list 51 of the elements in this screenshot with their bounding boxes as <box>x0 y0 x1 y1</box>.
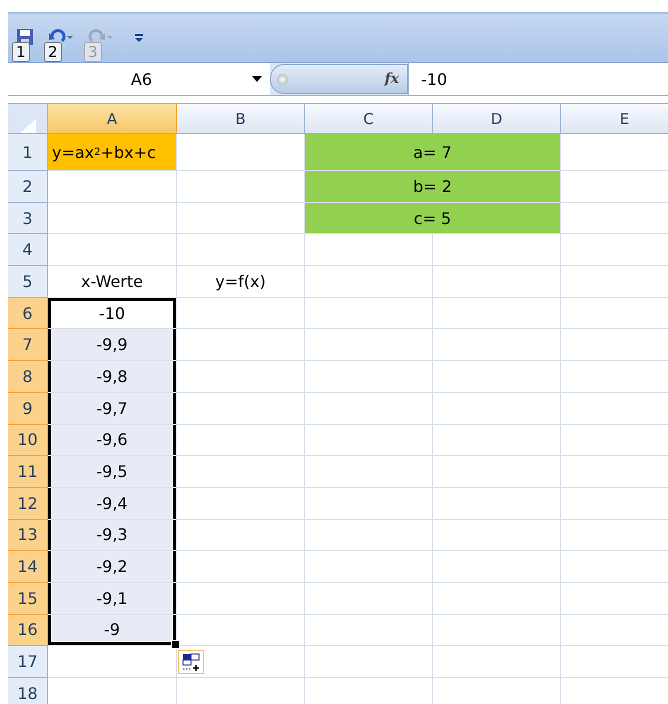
row-header[interactable]: 2 <box>8 171 48 203</box>
row-header[interactable]: 14 <box>8 551 48 583</box>
column-header[interactable]: C <box>305 104 433 134</box>
row-header[interactable]: 1 <box>8 134 48 171</box>
table-cell: a= 7 <box>305 134 561 171</box>
formula-input-field[interactable]: -10 <box>408 63 668 95</box>
dropdown-arrow-icon[interactable] <box>252 76 262 82</box>
row-header[interactable]: 18 <box>8 678 48 704</box>
resize-handle-icon[interactable] <box>277 74 288 84</box>
customize-toolbar-icon[interactable] <box>134 32 144 44</box>
corner-triangle-icon <box>20 119 36 133</box>
table-cell: x-Werte <box>48 266 177 298</box>
row-header[interactable]: 10 <box>8 424 48 456</box>
table-cell: y=f(x) <box>177 266 305 298</box>
table-cell: -9,3 <box>48 520 177 552</box>
row-header[interactable]: 5 <box>8 266 48 298</box>
name-box[interactable]: A6 <box>8 63 270 95</box>
table-cell: -9,9 <box>48 329 177 362</box>
table-cell: -9,4 <box>48 488 177 520</box>
keytip-badge: 2 <box>44 42 62 62</box>
row-header[interactable]: 16 <box>8 614 48 646</box>
row-header[interactable]: 13 <box>8 520 48 552</box>
column-header[interactable]: E <box>561 104 668 134</box>
table-cell: b= 2 <box>305 171 561 203</box>
row-header[interactable]: 7 <box>8 329 48 362</box>
table-cell: -10 <box>48 298 177 330</box>
table-cell: -9,1 <box>48 582 177 615</box>
table-cell: -9,5 <box>48 456 177 488</box>
column-header[interactable]: D <box>433 104 561 134</box>
table-cell: -9,6 <box>48 424 177 456</box>
row-header[interactable]: 6 <box>8 298 48 330</box>
row-header[interactable]: 9 <box>8 392 48 424</box>
table-cell: y=ax$^{2}$+bx+c <box>48 134 177 171</box>
keytip-badge: 1 <box>12 42 30 62</box>
table-cell: -9,2 <box>48 551 177 583</box>
fill-handle[interactable] <box>171 640 180 650</box>
row-header[interactable]: 15 <box>8 582 48 615</box>
insert-function-button[interactable]: fx <box>384 71 399 87</box>
column-header[interactable]: B <box>177 104 305 134</box>
table-cell: c= 5 <box>305 202 561 234</box>
table-cell: -9,7 <box>48 392 177 424</box>
row-header[interactable]: 3 <box>8 202 48 234</box>
column-header[interactable]: A <box>48 104 177 134</box>
row-header[interactable]: 8 <box>8 361 48 393</box>
row-header[interactable]: 12 <box>8 488 48 520</box>
keytip-badge: 3 <box>84 42 102 62</box>
auto-fill-options-icon[interactable] <box>178 650 204 674</box>
table-cell: -9,8 <box>48 361 177 393</box>
row-header[interactable]: 17 <box>8 646 48 678</box>
row-header[interactable]: 11 <box>8 456 48 488</box>
row-header[interactable]: 4 <box>8 234 48 266</box>
